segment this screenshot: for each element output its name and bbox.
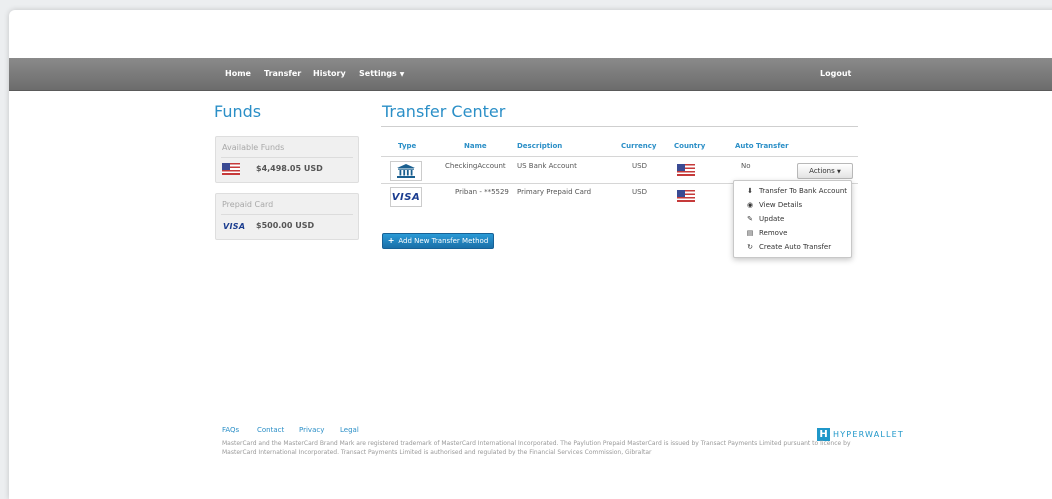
menu-item-view-details[interactable]: ◉ View Details bbox=[734, 198, 851, 212]
us-flag-icon bbox=[677, 190, 695, 202]
download-icon: ⬇ bbox=[747, 187, 753, 195]
available-funds-amount: $4,498.05 USD bbox=[256, 164, 323, 173]
menu-item-create-auto-transfer[interactable]: ↻ Create Auto Transfer bbox=[734, 240, 851, 254]
footer-link-faqs[interactable]: FAQs bbox=[222, 426, 239, 434]
prepaid-card-panel: Prepaid Card VISA $500.00 USD bbox=[215, 193, 359, 240]
row-auto-transfer: No bbox=[741, 162, 751, 170]
funds-title: Funds bbox=[214, 102, 262, 121]
nav-settings-label: Settings bbox=[359, 69, 397, 78]
us-flag-icon bbox=[222, 163, 240, 175]
bank-type-cell bbox=[390, 161, 422, 181]
us-flag-icon bbox=[677, 164, 695, 176]
column-header-country: Country bbox=[674, 142, 706, 150]
column-header-name: Name bbox=[464, 142, 487, 150]
caret-down-icon: ▼ bbox=[836, 169, 841, 175]
divider bbox=[221, 214, 353, 215]
footer-disclaimer: MasterCard and the MasterCard Brand Mark… bbox=[222, 440, 851, 456]
nav-history[interactable]: History bbox=[313, 58, 346, 90]
table-divider bbox=[381, 156, 858, 157]
menu-item-label: Transfer To Bank Account bbox=[759, 187, 848, 195]
visa-type-cell: VISA bbox=[390, 187, 422, 207]
actions-label: Actions bbox=[809, 167, 835, 175]
eye-icon: ◉ bbox=[746, 201, 754, 209]
available-funds-panel: Available Funds $4,498.05 USD bbox=[215, 136, 359, 183]
row-currency: USD bbox=[632, 162, 647, 170]
footer-link-contact[interactable]: Contact bbox=[257, 426, 284, 434]
nav-settings[interactable]: Settings ▼ bbox=[359, 58, 404, 90]
row-name: Priban - **5529 bbox=[455, 188, 509, 196]
add-transfer-method-label: Add New Transfer Method bbox=[398, 237, 489, 245]
divider bbox=[221, 157, 353, 158]
row-description: Primary Prepaid Card bbox=[517, 188, 592, 196]
prepaid-card-label: Prepaid Card bbox=[222, 200, 274, 209]
actions-dropdown-menu: ⬇ Transfer To Bank Account ◉ View Detail… bbox=[733, 180, 852, 258]
column-header-currency: Currency bbox=[621, 142, 657, 150]
row-description: US Bank Account bbox=[517, 162, 577, 170]
add-transfer-method-button[interactable]: + Add New Transfer Method bbox=[382, 233, 494, 249]
visa-icon: VISA bbox=[391, 191, 421, 203]
hyperwallet-logo: H HYPERWALLET bbox=[817, 424, 905, 441]
actions-button[interactable]: Actions ▼ bbox=[797, 163, 853, 179]
column-header-description: Description bbox=[517, 142, 563, 150]
plus-icon: + bbox=[387, 236, 395, 245]
nav-transfer[interactable]: Transfer bbox=[264, 58, 301, 90]
refresh-icon: ↻ bbox=[747, 243, 753, 251]
footer-link-privacy[interactable]: Privacy bbox=[299, 426, 324, 434]
hyperwallet-logo-text: HYPERWALLET bbox=[833, 430, 905, 439]
menu-item-remove[interactable]: ▤ Remove bbox=[734, 226, 851, 240]
trash-icon: ▤ bbox=[746, 229, 754, 237]
row-currency: USD bbox=[632, 188, 647, 196]
edit-icon: ✎ bbox=[747, 215, 753, 223]
menu-item-transfer-to-bank[interactable]: ⬇ Transfer To Bank Account bbox=[734, 184, 851, 198]
visa-icon: VISA bbox=[223, 222, 246, 231]
menu-item-label: Create Auto Transfer bbox=[759, 243, 832, 251]
menu-item-label: View Details bbox=[759, 201, 803, 209]
column-header-auto-transfer: Auto Transfer bbox=[735, 142, 789, 150]
row-name: CheckingAccount bbox=[445, 162, 506, 170]
column-header-type: Type bbox=[398, 142, 417, 150]
footer-link-legal[interactable]: Legal bbox=[340, 426, 359, 434]
nav-home[interactable]: Home bbox=[225, 58, 251, 90]
menu-item-label: Remove bbox=[759, 229, 788, 237]
menu-item-update[interactable]: ✎ Update bbox=[734, 212, 851, 226]
nav-logout[interactable]: Logout bbox=[820, 58, 851, 90]
transfer-center-title: Transfer Center bbox=[382, 102, 506, 121]
title-divider bbox=[381, 126, 858, 127]
page: Home Transfer History Settings ▼ Logout F… bbox=[9, 10, 1052, 499]
prepaid-card-amount: $500.00 USD bbox=[256, 221, 315, 230]
bank-icon bbox=[397, 164, 415, 178]
top-navbar: Home Transfer History Settings ▼ Logout bbox=[9, 58, 1052, 91]
caret-down-icon: ▼ bbox=[399, 71, 405, 78]
menu-item-label: Update bbox=[759, 215, 785, 223]
available-funds-label: Available Funds bbox=[222, 143, 285, 152]
